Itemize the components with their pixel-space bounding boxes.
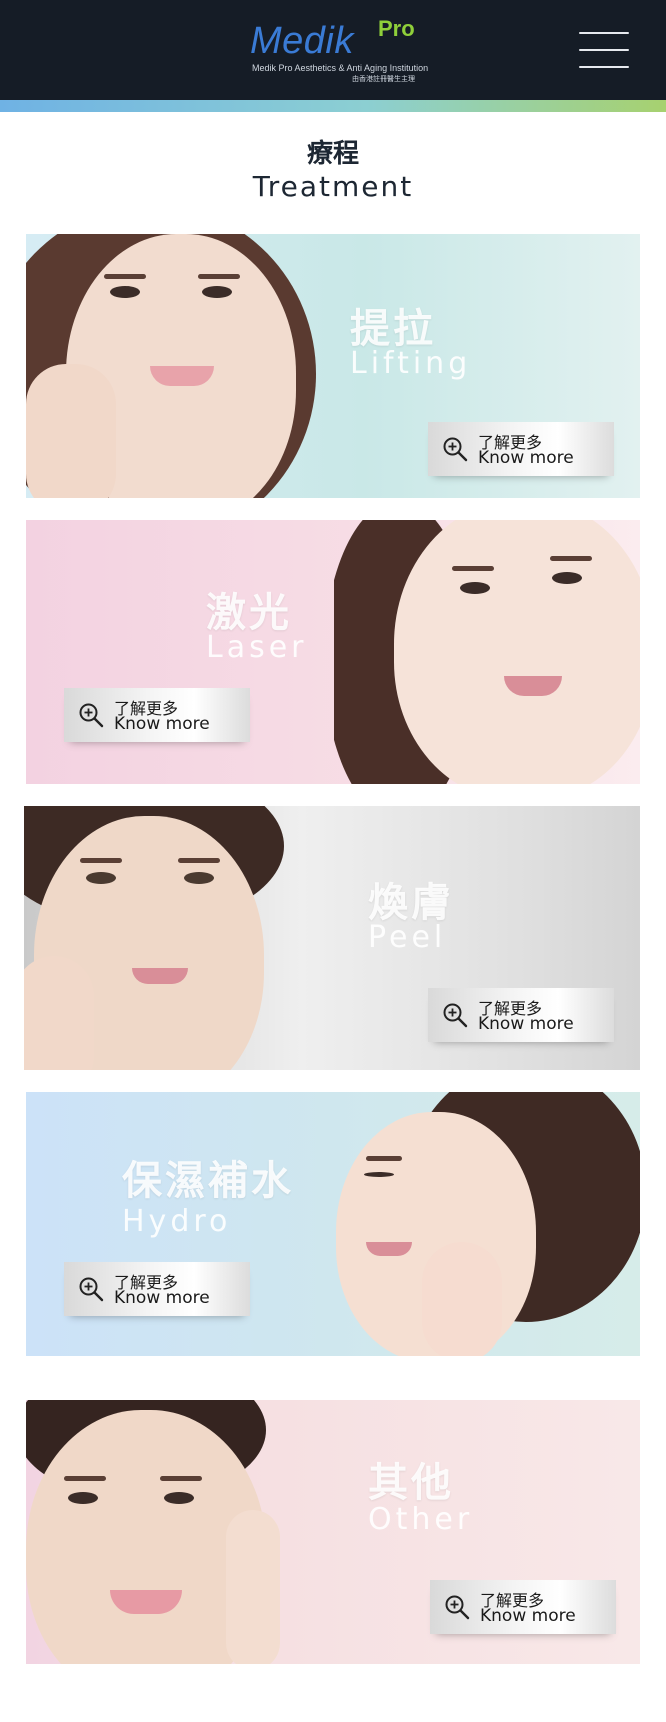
logo-pro-mark: Pro	[378, 16, 415, 41]
treatment-card-lifting[interactable]: 提拉 Lifting 了解更多 Know more	[26, 234, 640, 498]
card-title-en: Peel	[368, 920, 447, 955]
section-title-en: Treatment	[252, 170, 414, 203]
logo-subtitle-cn: 由香港註冊醫生主理	[352, 76, 415, 83]
treatment-card-laser[interactable]: 激光 Laser 了解更多 Know more	[26, 520, 640, 784]
card-title-en: Lifting	[350, 346, 472, 381]
card-title-cn: 其他	[368, 1460, 454, 1506]
hamburger-menu-icon[interactable]	[579, 30, 629, 70]
zoom-in-icon	[443, 437, 468, 462]
model-photo-peel	[24, 806, 284, 1070]
section-title-cn: 療程	[306, 139, 359, 169]
top-header-bar: Medik Pro Medik Pro Aesthetics & Anti Ag…	[0, 0, 666, 100]
treatment-card-hydro[interactable]: 保濕補水 Hydro 了解更多 Know more	[26, 1092, 640, 1356]
know-more-button[interactable]: 了解更多 Know more	[64, 688, 250, 742]
header-gradient-strip	[0, 100, 666, 112]
logo-wordmark: Medik	[250, 20, 354, 62]
zoom-in-icon	[79, 703, 104, 728]
logo-subtitle: Medik Pro Aesthetics & Anti Aging Instit…	[252, 63, 429, 73]
know-more-label-en: Know more	[478, 448, 574, 468]
know-more-button[interactable]: 了解更多 Know more	[428, 988, 614, 1042]
model-photo-other	[26, 1400, 286, 1664]
know-more-button[interactable]: 了解更多 Know more	[430, 1580, 616, 1634]
medik-pro-logo[interactable]: Medik Pro Medik Pro Aesthetics & Anti Ag…	[250, 16, 429, 86]
know-more-label-en: Know more	[478, 1014, 574, 1034]
know-more-button[interactable]: 了解更多 Know more	[428, 422, 614, 476]
know-more-label-en: Know more	[480, 1606, 576, 1626]
model-photo-laser	[334, 520, 640, 784]
zoom-in-icon	[79, 1277, 104, 1302]
know-more-button[interactable]: 了解更多 Know more	[64, 1262, 250, 1316]
model-photo-lifting	[26, 234, 326, 498]
treatment-card-peel[interactable]: 煥膚 Peel 了解更多 Know more	[24, 806, 640, 1070]
model-photo-hydro	[326, 1092, 640, 1356]
card-title-en: Hydro	[122, 1204, 232, 1239]
zoom-in-icon	[445, 1595, 470, 1620]
know-more-label-en: Know more	[114, 714, 210, 734]
card-title-en: Laser	[206, 630, 308, 665]
card-title-en: Other	[368, 1502, 474, 1537]
treatment-card-other[interactable]: 其他 Other 了解更多 Know more	[26, 1400, 640, 1664]
section-title: 療程 Treatment	[0, 138, 666, 204]
know-more-label-en: Know more	[114, 1288, 210, 1308]
zoom-in-icon	[443, 1003, 468, 1028]
card-title-cn: 保濕補水	[122, 1158, 294, 1204]
